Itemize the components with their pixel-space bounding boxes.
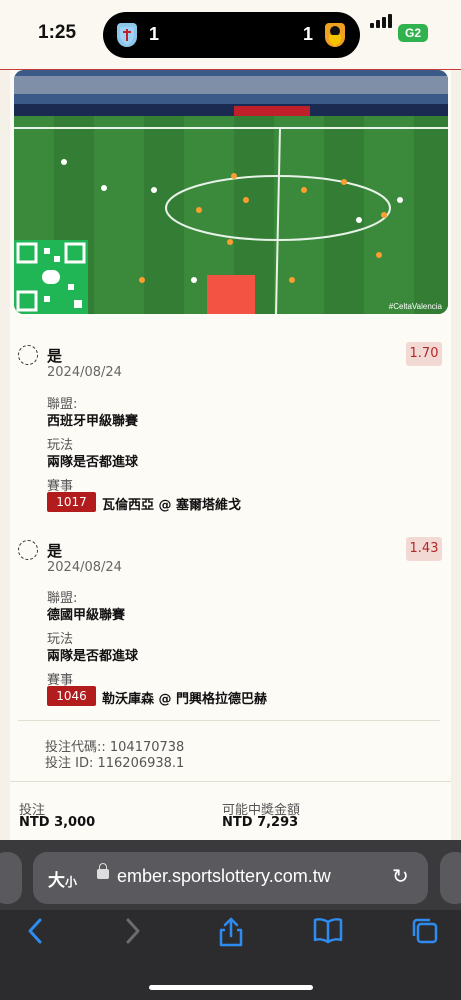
market-value: 兩隊是否都進球: [47, 455, 139, 470]
share-icon[interactable]: [217, 916, 245, 955]
loading-spinner-icon: [18, 540, 38, 560]
match-id-badge: 1046: [47, 686, 96, 706]
lock-icon: [97, 863, 109, 879]
market-value: 兩隊是否都進球: [47, 649, 139, 664]
valencia-crest-icon: [325, 23, 345, 47]
bet-date: 2024/08/24: [47, 560, 122, 575]
reload-icon[interactable]: ↻: [392, 864, 409, 888]
forward-icon[interactable]: [122, 916, 144, 953]
section-divider: [18, 720, 440, 721]
text-size-label: 大: [48, 871, 65, 891]
away-score: 1: [303, 24, 314, 44]
bookmarks-icon[interactable]: [312, 916, 344, 951]
odds-badge: 1.70: [406, 342, 442, 366]
previous-tab-preview[interactable]: [0, 852, 22, 904]
text-size-button[interactable]: 大小: [48, 866, 77, 891]
odds-badge: 1.43: [406, 537, 442, 561]
match-name: 勒沃庫森 @ 門興格拉德巴赫: [102, 692, 268, 707]
section-divider: [10, 781, 451, 782]
live-score-island[interactable]: 1 1: [103, 12, 360, 58]
home-indicator[interactable]: [149, 985, 313, 990]
loading-spinner-icon: [18, 345, 38, 365]
status-bar: 1:25 1 1 G2: [0, 0, 461, 70]
qr-code-icon: [14, 240, 88, 314]
celta-crest-icon: [117, 23, 137, 47]
tabs-icon[interactable]: [410, 916, 440, 953]
bet-choice: 是: [47, 542, 63, 560]
league-value: 德國甲級聯賽: [47, 608, 126, 623]
video-hashtag: #CeltaValencia: [388, 302, 442, 311]
league-value: 西班牙甲級聯賽: [47, 414, 139, 429]
bet-date: 2024/08/24: [47, 365, 122, 380]
back-icon[interactable]: [24, 916, 46, 953]
match-name: 瓦倫西亞 @ 塞爾塔維戈: [102, 498, 242, 513]
bet-id: 投注 ID: 116206938.1: [45, 756, 185, 771]
match-id-badge: 1017: [47, 492, 96, 512]
ad-marker-box: [207, 275, 255, 314]
next-tab-preview[interactable]: [440, 852, 461, 904]
battery-icon: G2: [398, 24, 428, 42]
payout-amount: NTD 7,293: [222, 815, 299, 830]
stake-amount: NTD 3,000: [19, 815, 96, 830]
clock: 1:25: [38, 22, 77, 43]
bet-choice: 是: [47, 347, 63, 365]
text-size-small-label: 小: [65, 875, 78, 889]
live-video-player[interactable]: #CeltaValencia: [14, 70, 448, 314]
url-text[interactable]: ember.sportslottery.com.tw: [117, 866, 331, 887]
home-score: 1: [149, 24, 160, 44]
